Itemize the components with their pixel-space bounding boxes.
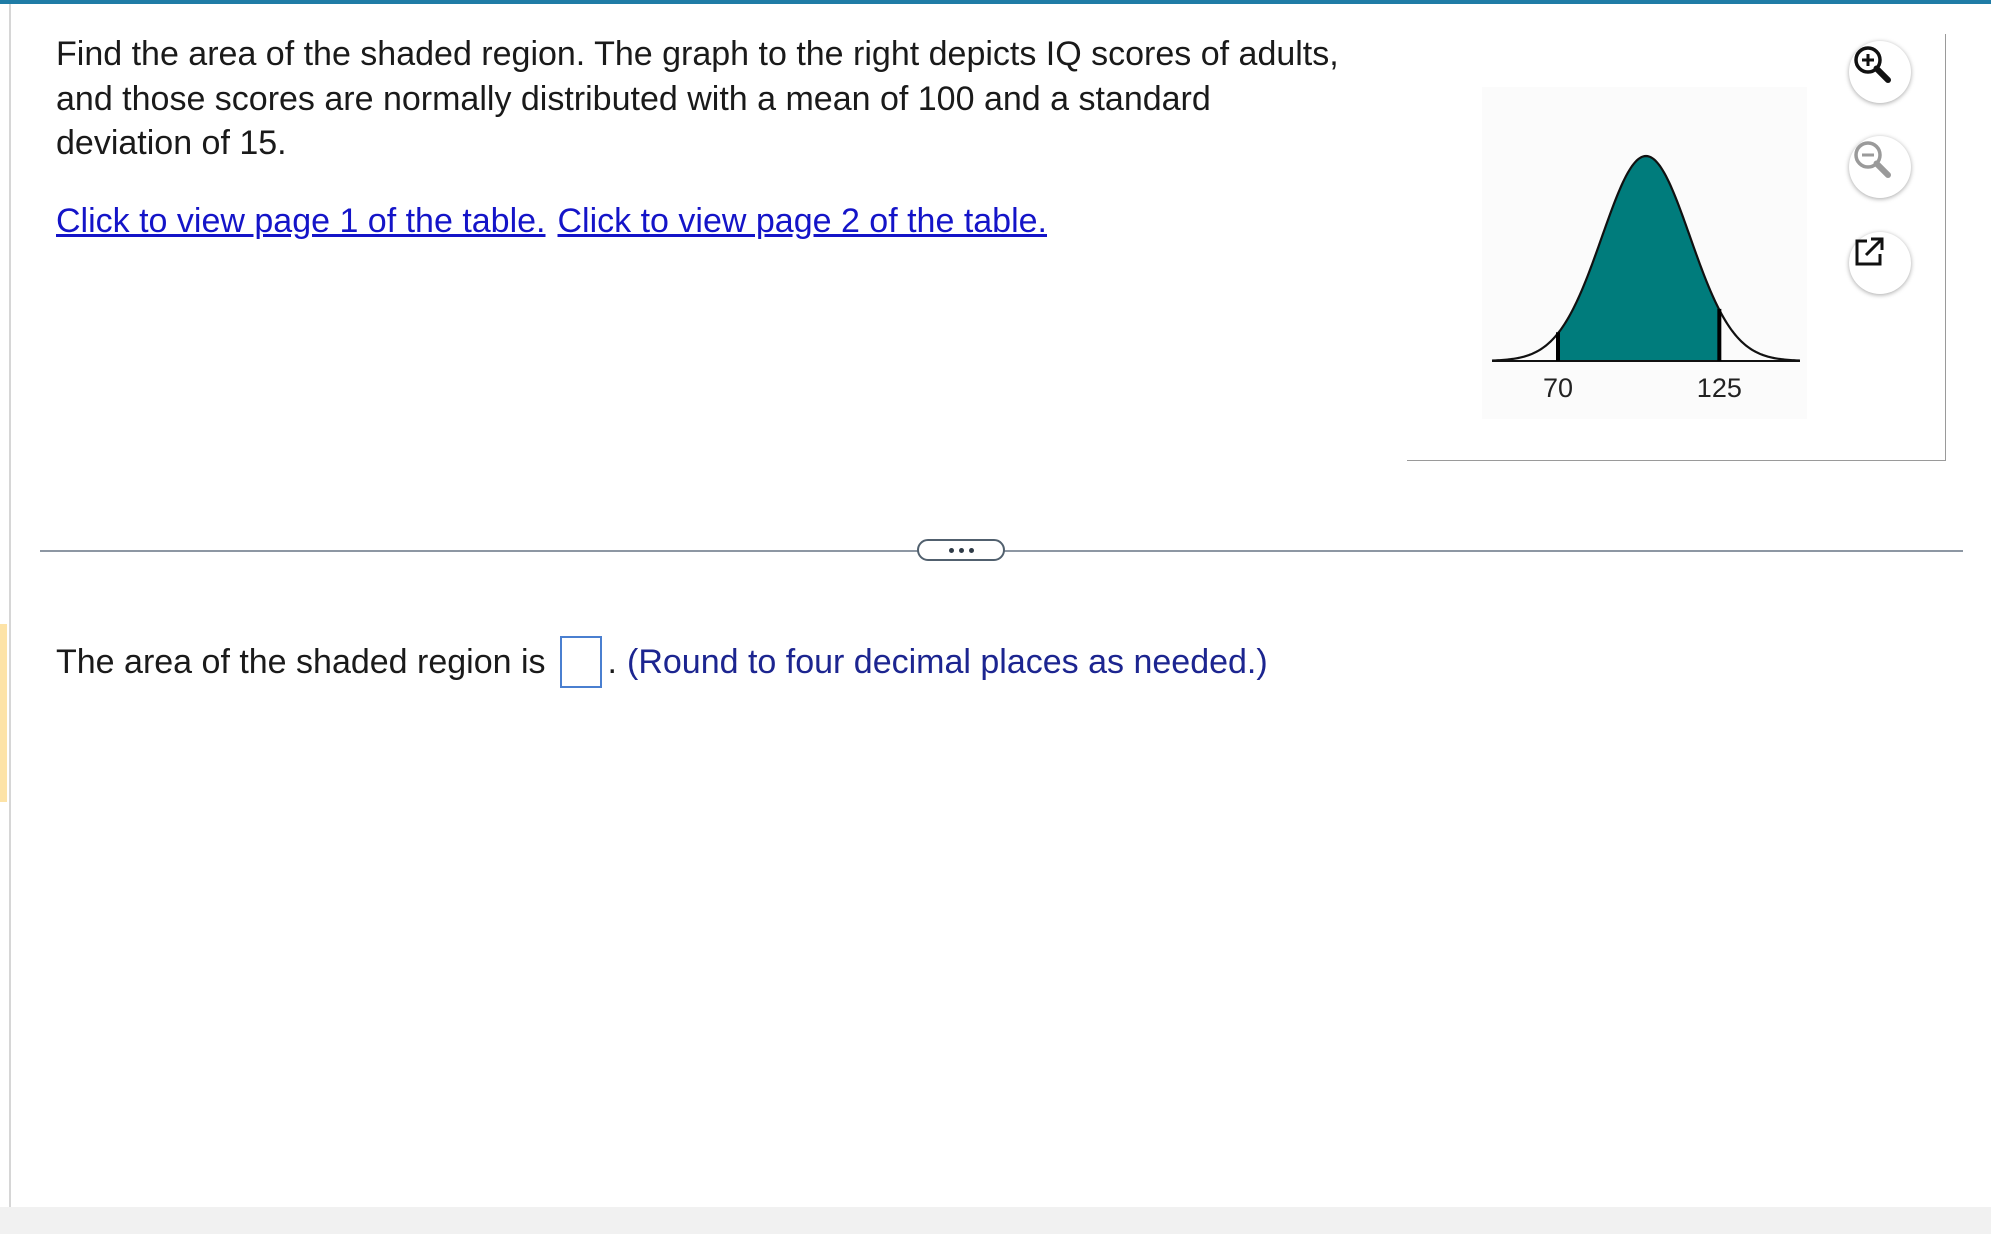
answer-suffix: . — [607, 642, 617, 681]
view-table-page-2-link[interactable]: Click to view page 2 of the table. — [558, 202, 1048, 240]
top-accent-bar — [0, 0, 1991, 4]
external-link-icon — [1855, 237, 1884, 266]
right-bound-label: 125 — [1697, 373, 1742, 403]
answer-line: The area of the shaded region is . (Roun… — [56, 636, 1268, 688]
left-border — [9, 4, 11, 1207]
table-links: Click to view page 1 of the table. Click … — [56, 202, 1047, 241]
zoom-in-icon — [1854, 46, 1891, 83]
zoom-out-button[interactable] — [1849, 136, 1911, 198]
question-text: Find the area of the shaded region. The … — [56, 35, 1339, 162]
popout-button[interactable] — [1849, 232, 1911, 294]
bottom-bar — [0, 1207, 1991, 1234]
zoom-out-icon — [1854, 141, 1891, 178]
answer-input[interactable] — [559, 636, 602, 688]
zoom-in-button[interactable] — [1849, 41, 1911, 103]
dot-icon — [968, 547, 974, 553]
dot-icon — [948, 547, 954, 553]
answer-row-highlight — [0, 624, 7, 802]
view-table-page-1-link[interactable]: Click to view page 1 of the table. — [56, 202, 546, 240]
rounding-hint: (Round to four decimal places as needed.… — [627, 642, 1268, 681]
graph-panel: 70 125 — [1407, 34, 1946, 461]
answer-prefix: The area of the shaded region is — [56, 642, 546, 681]
dot-icon — [958, 547, 964, 553]
expand-more-button[interactable] — [917, 539, 1005, 561]
left-bound-label: 70 — [1543, 373, 1573, 403]
